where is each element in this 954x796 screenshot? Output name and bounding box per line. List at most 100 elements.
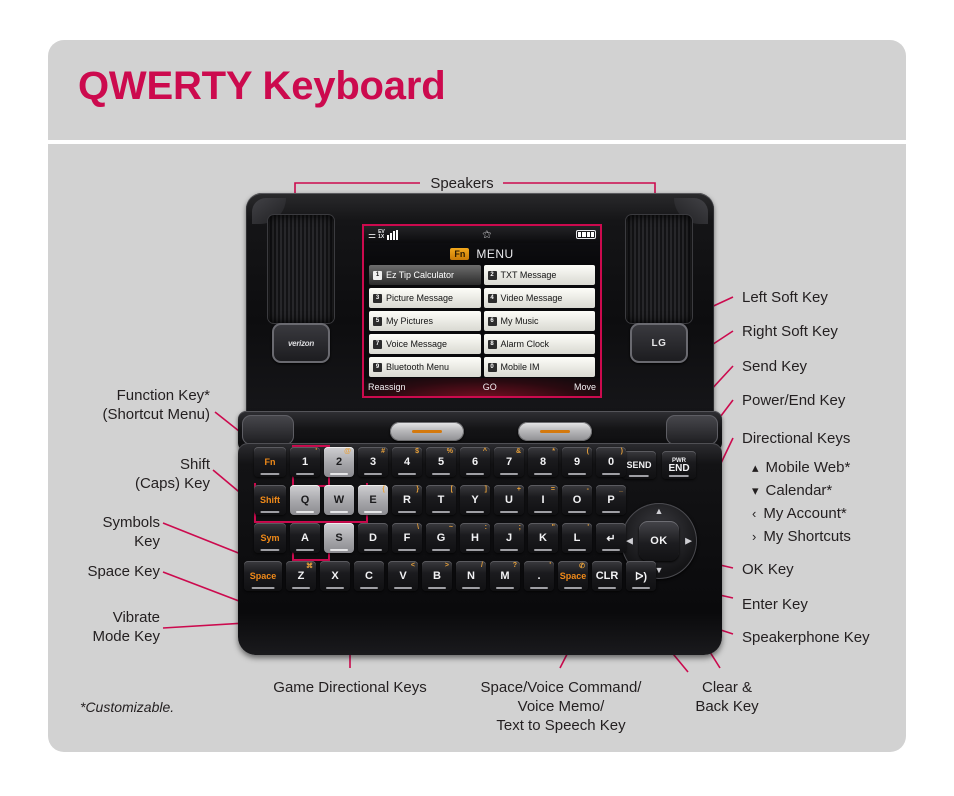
keyboard-key-g[interactable]: ~ G	[426, 523, 456, 553]
menu-item[interactable]: 0 Mobile IM	[483, 357, 595, 377]
soft-label-left[interactable]: Reassign	[368, 382, 406, 392]
key-label: K	[539, 532, 547, 544]
keyboard-key-a[interactable]: A	[290, 523, 320, 553]
key-superscript: \	[417, 524, 419, 531]
keyboard-key-i[interactable]: = I	[528, 485, 558, 515]
phone-device: verizon LG ⚌ EV 1X ⚝ Fn MENU 1 Ez Tip Ca…	[238, 193, 722, 655]
keyboard-key-4[interactable]: $4	[392, 447, 422, 477]
menu-item[interactable]: 5 My Pictures	[369, 311, 481, 331]
keyboard-key-c[interactable]: C	[354, 561, 384, 591]
keyboard-key-t[interactable]: [T	[426, 485, 456, 515]
keyboard-key-h[interactable]: :H	[460, 523, 490, 553]
keyboard-key-y[interactable]: ] Y	[460, 485, 490, 515]
keyboard-key-space[interactable]: ✆ Space	[558, 561, 588, 591]
keyboard-key-shift[interactable]: Shift	[254, 485, 286, 515]
menu-item[interactable]: 7 Voice Message	[369, 334, 481, 354]
menu-item-number: 3	[373, 293, 382, 303]
key-label: E	[369, 494, 377, 506]
keyboard-key-space[interactable]: Space	[244, 561, 282, 591]
keyboard-key-d[interactable]: D	[358, 523, 388, 553]
keyboard-key-j[interactable]: ; J	[494, 523, 524, 553]
menu-item-label: My Music	[500, 316, 539, 326]
menu-item-number: 1	[373, 270, 382, 280]
keyboard-key-o[interactable]: -O	[562, 485, 592, 515]
key-superscript: ;	[518, 524, 521, 531]
keyboard-key-[interactable]: ↵	[596, 523, 626, 553]
keyboard-key-[interactable]: '.	[524, 561, 554, 591]
keyboard-key-b[interactable]: > B	[422, 561, 452, 591]
keyboard-key-q[interactable]: Q	[290, 485, 320, 515]
key-underline	[432, 549, 450, 551]
key-underline	[632, 587, 650, 589]
dpad-left-icon[interactable]: ◀	[626, 536, 633, 546]
power-end-key[interactable]: PWR END	[662, 451, 696, 479]
power-end-label-2: END	[668, 463, 690, 474]
keyboard-key-sym[interactable]: Sym	[254, 523, 286, 553]
keyboard-key-0[interactable]: ) 0	[596, 447, 626, 477]
keyboard-key-3[interactable]: #3	[358, 447, 388, 477]
soft-label-right[interactable]: Move	[574, 382, 596, 392]
label-clear-back-key: Clear & Back Key	[695, 679, 759, 715]
key-label: 1	[301, 456, 309, 468]
menu-grid: 1 Ez Tip Calculator 2 TXT Message 3 Picture M…	[364, 265, 600, 377]
keyboard-key-fn[interactable]: Fn	[254, 447, 286, 477]
menu-item-label: Alarm Clock	[500, 339, 550, 349]
soft-label-center[interactable]: GO	[483, 382, 497, 392]
keyboard-key-p[interactable]: _ P	[596, 485, 626, 515]
label-power-end-key: Power/End Key	[742, 392, 846, 409]
menu-item[interactable]: 6 My Music	[483, 311, 595, 331]
keyboard-key-8[interactable]: * 8	[528, 447, 558, 477]
label-game-directional-keys: Game Directional Keys	[273, 679, 427, 696]
menu-item[interactable]: 8 Alarm Clock	[483, 334, 595, 354]
key-label: 7	[505, 456, 513, 468]
keyboard-key-v[interactable]: < V	[388, 561, 418, 591]
menu-item[interactable]: 9 Bluetooth Menu	[369, 357, 481, 377]
keyboard-key-1[interactable]: ' 1	[290, 447, 320, 477]
keyboard-key-[interactable]: ᐅ)	[626, 561, 656, 591]
keyboard-key-6[interactable]: ^ 6	[460, 447, 490, 477]
menu-item-number: 0	[487, 362, 497, 372]
keyboard-key-x[interactable]: X	[320, 561, 350, 591]
menu-item[interactable]: 2 TXT Message	[483, 265, 595, 285]
keyboard-key-f[interactable]: \ F	[392, 523, 422, 553]
ok-key[interactable]: OK	[639, 521, 679, 561]
keyboard-key-5[interactable]: % 5	[426, 447, 456, 477]
keyboard-key-s[interactable]: S	[324, 523, 354, 553]
keyboard-key-e[interactable]: {E	[358, 485, 388, 515]
keyboard-key-7[interactable]: & 7	[494, 447, 524, 477]
key-label: I	[541, 494, 545, 506]
arrow-down-icon: ▾	[752, 482, 759, 498]
keyboard-key-k[interactable]: " K	[528, 523, 558, 553]
keyboard-key-9[interactable]: (9	[562, 447, 592, 477]
label-space-voice-key: Space/Voice Command/ Voice Memo/ Text to…	[480, 679, 642, 734]
page-title: QWERTY Keyboard	[78, 64, 446, 108]
right-soft-key[interactable]	[518, 422, 592, 441]
keyboard-key-r[interactable]: } R	[392, 485, 422, 515]
keyboard-key-clr[interactable]: CLR	[592, 561, 622, 591]
keyboard-key-z[interactable]: ⌘ Z	[286, 561, 316, 591]
menu-item[interactable]: 1 Ez Tip Calculator	[369, 265, 481, 285]
key-underline	[398, 473, 416, 475]
dpad-up-icon[interactable]: ▲	[655, 507, 664, 516]
menu-item[interactable]: 3 Picture Message	[369, 288, 481, 308]
left-soft-key[interactable]	[390, 422, 464, 441]
menu-item[interactable]: 4 Video Message	[483, 288, 595, 308]
dpad-right-icon[interactable]: ▶	[685, 536, 692, 546]
keyboard-key-w[interactable]: W	[324, 485, 354, 515]
keyboard-key-n[interactable]: / N	[456, 561, 486, 591]
keyboard-key-2[interactable]: @2	[324, 447, 354, 477]
keyboard-key-l[interactable]: ' L	[562, 523, 592, 553]
key-underline	[330, 473, 348, 475]
verizon-logo: verizon	[272, 323, 330, 363]
send-key[interactable]: SEND	[622, 451, 656, 479]
keyboard-key-u[interactable]: + U	[494, 485, 524, 515]
hinge-cap-right	[666, 415, 718, 445]
key-underline	[568, 511, 586, 513]
menu-item-label: TXT Message	[500, 270, 557, 280]
key-label: W	[333, 494, 345, 506]
key-label: T	[437, 494, 445, 506]
key-underline	[462, 587, 480, 589]
key-label: Q	[300, 494, 310, 506]
arrow-left-icon: ‹	[752, 506, 757, 521]
keyboard-key-m[interactable]: ? M	[490, 561, 520, 591]
